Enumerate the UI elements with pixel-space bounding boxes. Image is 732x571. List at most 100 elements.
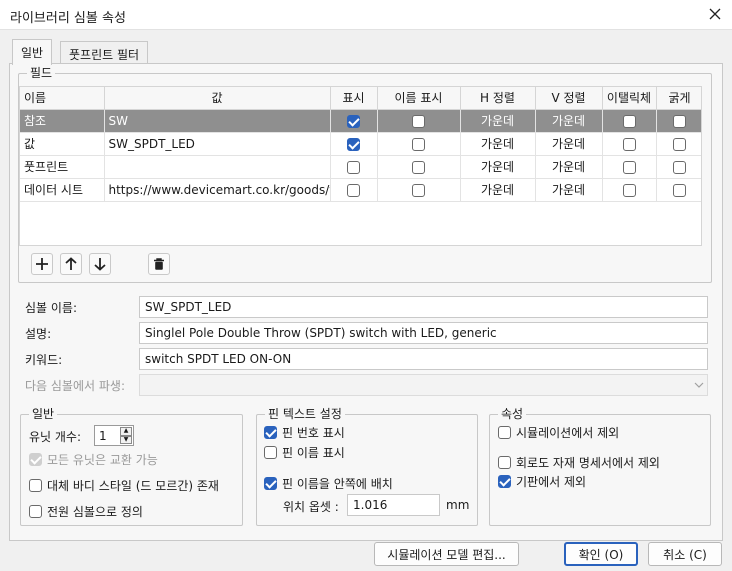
checkbox-icon[interactable] [347, 114, 360, 128]
close-button[interactable] [704, 3, 726, 25]
field-value-cell[interactable] [104, 155, 331, 179]
bold-checkbox-cell[interactable] [656, 178, 701, 202]
italic-checkbox-cell[interactable] [602, 132, 657, 156]
field-value-cell[interactable]: SW [104, 109, 331, 133]
exclude-board-label: 기판에서 제외 [516, 475, 587, 489]
table-row[interactable]: 데이터 시트 https://www.devicemart.co.kr/goods… [20, 178, 701, 202]
keywords-input[interactable]: switch SPDT LED ON-ON [139, 348, 708, 370]
move-down-button[interactable] [89, 253, 111, 275]
checkbox-icon[interactable] [498, 456, 511, 469]
table-row[interactable]: 참조 SW 가운데 가운데 [20, 109, 701, 133]
v-align-cell[interactable]: 가운데 [535, 109, 603, 133]
exclude-board-checkbox[interactable]: 기판에서 제외 [498, 473, 586, 490]
checkbox-icon[interactable] [498, 475, 511, 488]
checkbox-icon[interactable] [673, 114, 686, 128]
field-name-cell[interactable]: 데이터 시트 [20, 178, 105, 202]
checkbox-icon[interactable] [264, 446, 277, 459]
alt-body-checkbox[interactable]: 대체 바디 스타일 (드 모르간) 존재 [29, 477, 219, 494]
bold-checkbox-cell[interactable] [656, 155, 701, 179]
field-value-cell[interactable]: SW_SPDT_LED [104, 132, 331, 156]
show-pin-name-checkbox[interactable]: 핀 이름 표시 [264, 444, 345, 461]
col-italic-header[interactable]: 이탤릭체 [602, 87, 657, 110]
checkbox-icon[interactable] [412, 137, 425, 151]
bold-checkbox-cell[interactable] [656, 109, 701, 133]
empty-cell [535, 201, 602, 224]
show-name-checkbox-cell[interactable] [377, 178, 461, 202]
units-stepper[interactable]: 1 ▲ ▼ [94, 425, 134, 446]
checkbox-icon[interactable] [264, 477, 277, 490]
move-up-button[interactable] [60, 253, 82, 275]
checkbox-icon[interactable] [29, 479, 42, 492]
col-show-header[interactable]: 표시 [330, 87, 378, 110]
show-pin-number-checkbox[interactable]: 핀 번호 표시 [264, 424, 345, 441]
stepper-up-icon[interactable]: ▲ [120, 427, 132, 436]
fields-grid[interactable]: 이름 값 표시 이름 표시 H 정렬 V 정렬 이탤릭체 굵게 참조 SW 가운데 가… [19, 86, 702, 246]
cancel-button[interactable]: 취소 (C) [648, 542, 722, 566]
stepper-down-icon[interactable]: ▼ [120, 435, 132, 444]
h-align-cell[interactable]: 가운데 [460, 109, 536, 133]
exclude-sim-checkbox[interactable]: 시뮬레이션에서 제외 [498, 424, 619, 441]
symbol-name-input[interactable]: SW_SPDT_LED [139, 296, 708, 318]
checkbox-icon[interactable] [347, 160, 360, 174]
add-field-button[interactable] [31, 253, 53, 275]
checkbox-icon[interactable] [673, 160, 686, 174]
tab-general[interactable]: 일반 [12, 39, 53, 65]
checkbox-icon[interactable] [622, 114, 636, 128]
col-h-align-header[interactable]: H 정렬 [460, 87, 536, 110]
edit-sim-model-button[interactable]: 시뮬레이션 모델 편집... [374, 542, 519, 566]
table-row[interactable]: 값 SW_SPDT_LED 가운데 가운데 [20, 132, 701, 156]
checkbox-icon[interactable] [412, 160, 425, 174]
show-checkbox-cell[interactable] [330, 155, 378, 179]
pin-names-inside-checkbox[interactable]: 핀 이름을 안쪽에 배치 [264, 475, 393, 492]
col-name-header[interactable]: 이름 [20, 87, 105, 110]
delete-field-button[interactable] [148, 253, 170, 275]
col-value-header[interactable]: 값 [104, 87, 331, 110]
italic-checkbox-cell[interactable] [602, 178, 657, 202]
checkbox-icon[interactable] [498, 426, 511, 439]
empty-cell [377, 201, 460, 224]
field-name-cell[interactable]: 값 [20, 132, 105, 156]
checkbox-icon[interactable] [673, 183, 686, 197]
checkbox-icon[interactable] [622, 183, 636, 197]
checkbox-icon[interactable] [622, 160, 636, 174]
checkbox-icon[interactable] [264, 426, 277, 439]
v-align-cell[interactable]: 가운데 [535, 155, 603, 179]
description-input[interactable]: Singlel Pole Double Throw (SPDT) switch … [139, 322, 708, 344]
checkbox-icon[interactable] [29, 505, 42, 518]
v-align-cell[interactable]: 가운데 [535, 178, 603, 202]
col-bold-header[interactable]: 굵게 [656, 87, 701, 110]
show-checkbox-cell[interactable] [330, 109, 378, 133]
field-name-cell[interactable]: 풋프린트 [20, 155, 105, 179]
checkbox-icon[interactable] [673, 137, 686, 151]
derive-from-select[interactable] [139, 374, 708, 396]
h-align-cell[interactable]: 가운데 [460, 178, 536, 202]
field-name-cell[interactable]: 참조 [20, 109, 105, 133]
move-down-icon [94, 258, 106, 271]
checkbox-icon[interactable] [412, 114, 425, 128]
bold-checkbox-cell[interactable] [656, 132, 701, 156]
tab-footprint-filter[interactable]: 풋프린트 필터 [60, 41, 149, 64]
italic-checkbox-cell[interactable] [602, 155, 657, 179]
show-name-checkbox-cell[interactable] [377, 155, 461, 179]
table-row[interactable]: 풋프린트 가운데 가운데 [20, 155, 701, 179]
ok-button[interactable]: 확인 (O) [564, 542, 638, 566]
checkbox-icon[interactable] [622, 137, 636, 151]
show-checkbox-cell[interactable] [330, 132, 378, 156]
field-value-cell[interactable]: https://www.devicemart.co.kr/goods/view [104, 178, 331, 202]
offset-input[interactable]: 1.016 [347, 494, 440, 516]
v-align-cell[interactable]: 가운데 [535, 132, 603, 156]
h-align-cell[interactable]: 가운데 [460, 132, 536, 156]
show-name-checkbox-cell[interactable] [377, 132, 461, 156]
checkbox-icon[interactable] [347, 183, 360, 197]
checkbox-icon[interactable] [412, 183, 425, 197]
exclude-bom-checkbox[interactable]: 회로도 자재 명세서에서 제외 [498, 454, 660, 471]
italic-checkbox-cell[interactable] [602, 109, 657, 133]
units-value: 1 [99, 429, 107, 443]
checkbox-icon[interactable] [347, 137, 360, 151]
show-name-checkbox-cell[interactable] [377, 109, 461, 133]
show-checkbox-cell[interactable] [330, 178, 378, 202]
col-v-align-header[interactable]: V 정렬 [535, 87, 603, 110]
h-align-cell[interactable]: 가운데 [460, 155, 536, 179]
col-show-name-header[interactable]: 이름 표시 [377, 87, 461, 110]
power-symbol-checkbox[interactable]: 전원 심볼으로 정의 [29, 503, 143, 520]
